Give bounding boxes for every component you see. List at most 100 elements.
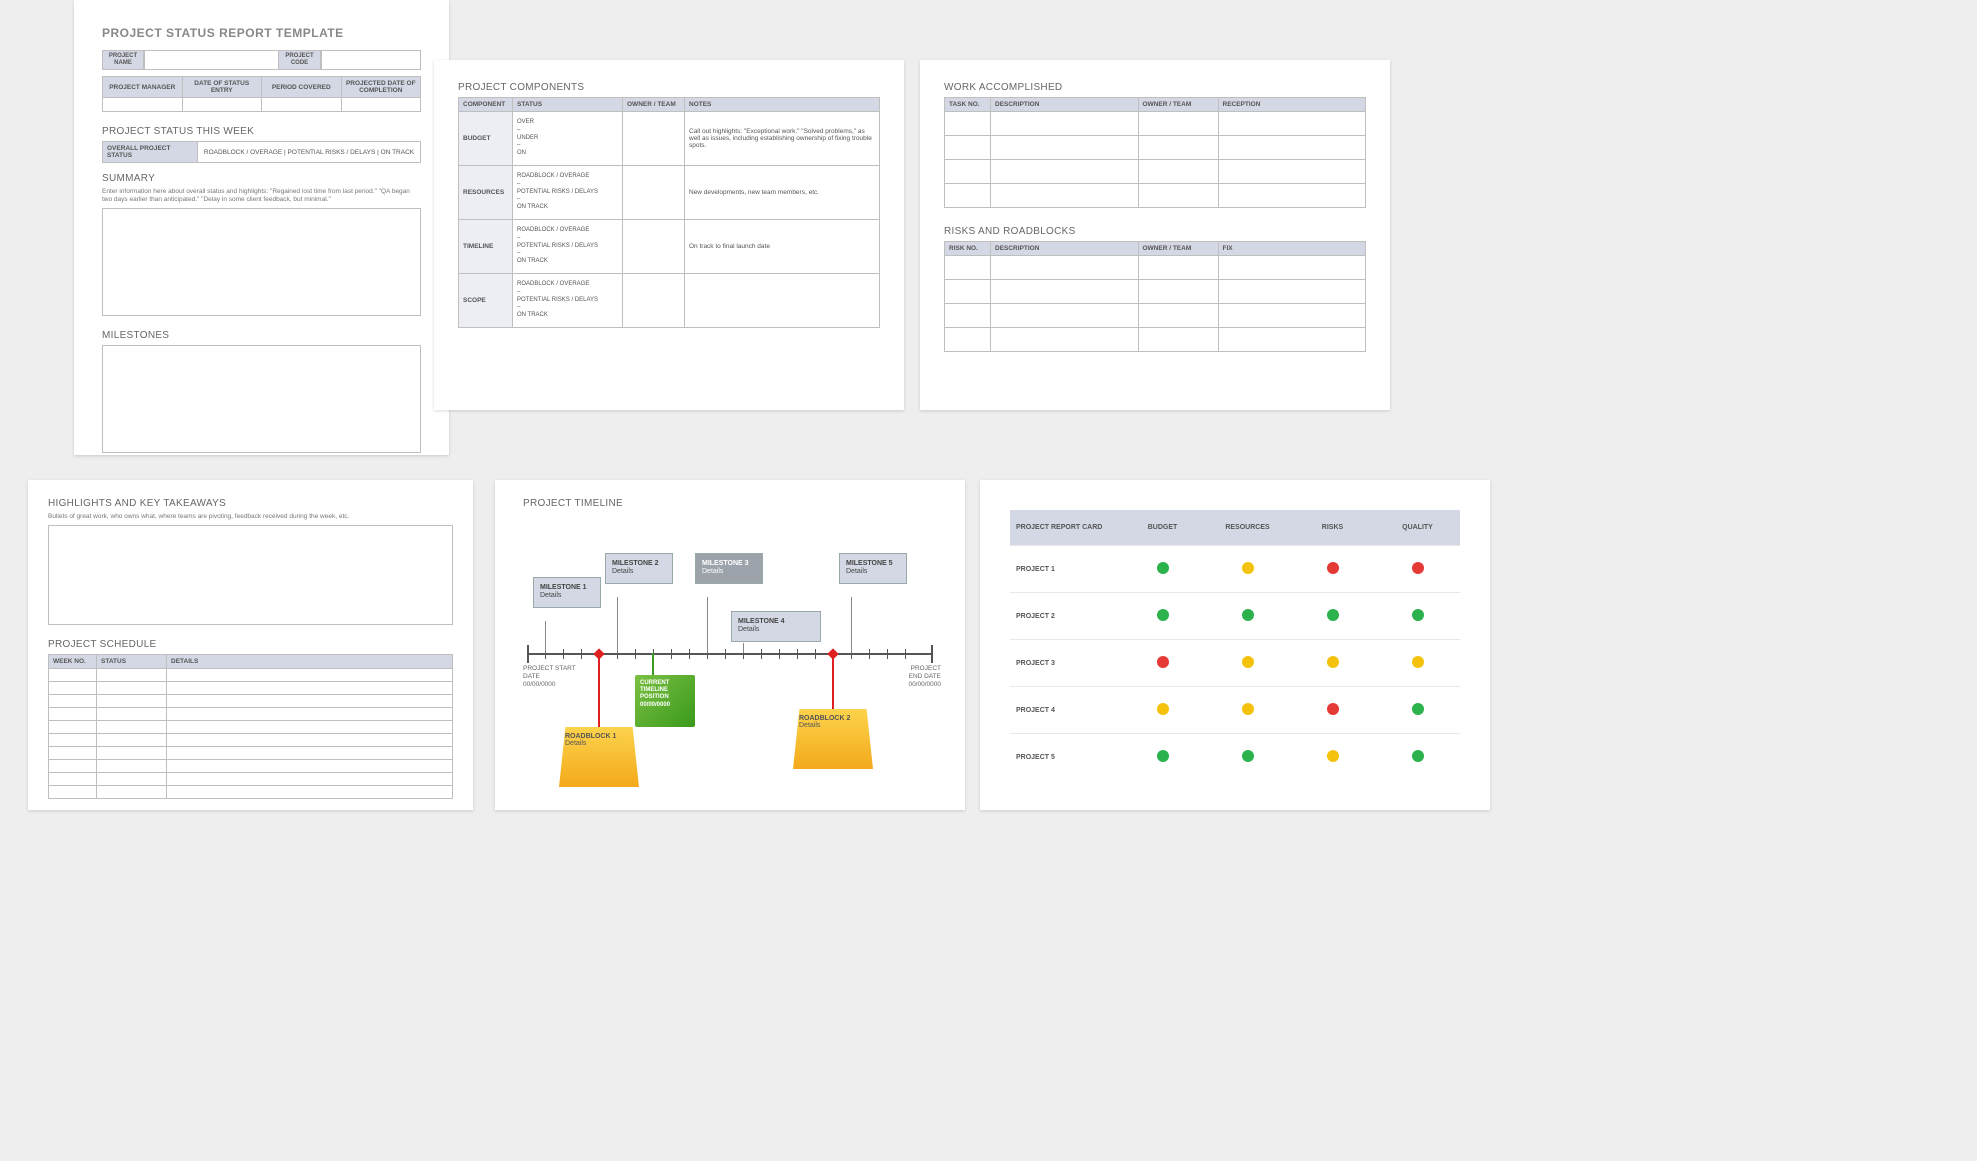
col-week: WEEK NO. [49, 654, 97, 668]
status-cell [1375, 734, 1460, 781]
milestone-card[interactable]: MILESTONE 3 Details [695, 553, 763, 584]
table-row[interactable] [49, 707, 453, 720]
table-row[interactable] [49, 785, 453, 798]
roadblock-note[interactable]: ROADBLOCK 1 Details [559, 727, 639, 787]
status-cell [1205, 546, 1290, 593]
table-row[interactable] [945, 184, 1366, 208]
status-options[interactable]: ROADBLOCK / OVERAGE | POTENTIAL RISKS / … [198, 142, 421, 163]
milestone-card[interactable]: MILESTONE 4 Details [731, 611, 821, 642]
table-row[interactable] [49, 759, 453, 772]
milestone-card[interactable]: MILESTONE 1 Details [533, 577, 601, 608]
leader [617, 597, 618, 653]
table-row[interactable] [945, 160, 1366, 184]
milestone-card[interactable]: MILESTONE 2 Details [605, 553, 673, 584]
col-owner: OWNER / TEAM [1138, 242, 1218, 256]
cell-owner[interactable] [623, 112, 685, 166]
diamond-icon [827, 648, 838, 659]
roadblock-label: ROADBLOCK 1 [565, 733, 616, 740]
milestone-label: MILESTONE 5 [846, 560, 893, 567]
table-row[interactable] [945, 256, 1366, 280]
cell-notes[interactable]: Call out highlights: "Exceptional work."… [685, 112, 880, 166]
col-desc: DESCRIPTION [991, 242, 1139, 256]
label-manager: PROJECT MANAGER [103, 77, 183, 98]
cell-notes[interactable]: On track to final launch date [685, 220, 880, 274]
status-cell [1205, 734, 1290, 781]
roadblock-label: ROADBLOCK 2 [799, 715, 850, 722]
risks-table: RISK NO. DESCRIPTION OWNER / TEAM FIX [944, 241, 1366, 352]
input-project-name[interactable] [144, 50, 279, 70]
milestone-label: MILESTONE 3 [702, 560, 749, 567]
table-row[interactable] [49, 746, 453, 759]
overall-status-row: OVERALL PROJECT STATUS ROADBLOCK / OVERA… [102, 141, 421, 163]
table-row[interactable] [49, 772, 453, 785]
cell-status[interactable]: ROADBLOCK / OVERAGE – POTENTIAL RISKS / … [513, 274, 623, 328]
cell-status[interactable]: ROADBLOCK / OVERAGE – POTENTIAL RISKS / … [513, 220, 623, 274]
current-position-note[interactable]: CURRENT TIMELINE POSITION 00/00/0000 [635, 675, 695, 727]
table-row[interactable] [945, 136, 1366, 160]
milestone-sub: Details [846, 568, 867, 575]
highlights-hint: Bullets of great work, who owns what, wh… [48, 513, 453, 521]
work-table: TASK NO. DESCRIPTION OWNER / TEAM RECEPT… [944, 97, 1366, 208]
input-project-code[interactable] [321, 50, 421, 70]
status-dot-icon [1327, 656, 1339, 668]
label-period: PERIOD COVERED [262, 77, 342, 98]
leader [743, 643, 744, 653]
milestones-box[interactable] [102, 345, 421, 453]
note-line: CURRENT [640, 680, 669, 686]
page-report-card: PROJECT REPORT CARD BUDGET RESOURCES RIS… [980, 480, 1490, 810]
axis-tick [635, 649, 636, 659]
milestone-label: MILESTONE 4 [738, 618, 785, 625]
table-row[interactable] [945, 328, 1366, 352]
summary-box[interactable] [102, 208, 421, 316]
roadblock-note[interactable]: ROADBLOCK 2 Details [793, 709, 873, 769]
template-gallery: PROJECT STATUS REPORT TEMPLATE PROJECT N… [0, 0, 1977, 1161]
status-cell [1120, 734, 1205, 781]
axis-end-tick [931, 645, 933, 663]
table-row[interactable] [945, 304, 1366, 328]
input-date[interactable] [182, 98, 262, 112]
section-status-week: PROJECT STATUS THIS WEEK [102, 126, 421, 137]
cell-status[interactable]: ROADBLOCK / OVERAGE – POTENTIAL RISKS / … [513, 166, 623, 220]
table-row: TIMELINE ROADBLOCK / OVERAGE – POTENTIAL… [459, 220, 880, 274]
input-projected[interactable] [341, 98, 421, 112]
milestone-sub: Details [612, 568, 633, 575]
input-period[interactable] [262, 98, 342, 112]
cell-owner[interactable] [623, 166, 685, 220]
table-row[interactable] [49, 668, 453, 681]
status-cell [1120, 593, 1205, 640]
table-row[interactable] [49, 733, 453, 746]
cell-component: BUDGET [459, 112, 513, 166]
label-project-name: PROJECT NAME [102, 50, 144, 70]
axis-start-tick [527, 645, 529, 663]
status-dot-icon [1242, 562, 1254, 574]
status-dot-icon [1157, 750, 1169, 762]
cell-owner[interactable] [623, 220, 685, 274]
status-dot-icon [1157, 703, 1169, 715]
milestone-card[interactable]: MILESTONE 5 Details [839, 553, 907, 584]
cell-component: SCOPE [459, 274, 513, 328]
input-manager[interactable] [103, 98, 183, 112]
table-row: PROJECT 1 [1010, 546, 1460, 593]
status-cell [1375, 546, 1460, 593]
page-status-report: PROJECT STATUS REPORT TEMPLATE PROJECT N… [74, 0, 449, 455]
table-row[interactable] [49, 720, 453, 733]
table-row[interactable] [945, 112, 1366, 136]
axis-tick [581, 649, 582, 659]
status-dot-icon [1242, 750, 1254, 762]
col-fix: FIX [1218, 242, 1366, 256]
table-row[interactable] [945, 280, 1366, 304]
cell-owner[interactable] [623, 274, 685, 328]
label-overall-status: OVERALL PROJECT STATUS [103, 142, 198, 163]
table-row[interactable] [49, 694, 453, 707]
table-row[interactable] [49, 681, 453, 694]
col-reception: RECEPTION [1218, 98, 1366, 112]
project-name: PROJECT 1 [1010, 546, 1120, 593]
label-line: DATE [523, 673, 540, 680]
label-project-code: PROJECT CODE [279, 50, 321, 70]
cell-status[interactable]: OVER – UNDER – ON [513, 112, 623, 166]
cell-notes[interactable]: New developments, new team members, etc. [685, 166, 880, 220]
col-owner: OWNER / TEAM [1138, 98, 1218, 112]
cell-notes[interactable] [685, 274, 880, 328]
status-cell [1375, 640, 1460, 687]
highlights-box[interactable] [48, 525, 453, 625]
